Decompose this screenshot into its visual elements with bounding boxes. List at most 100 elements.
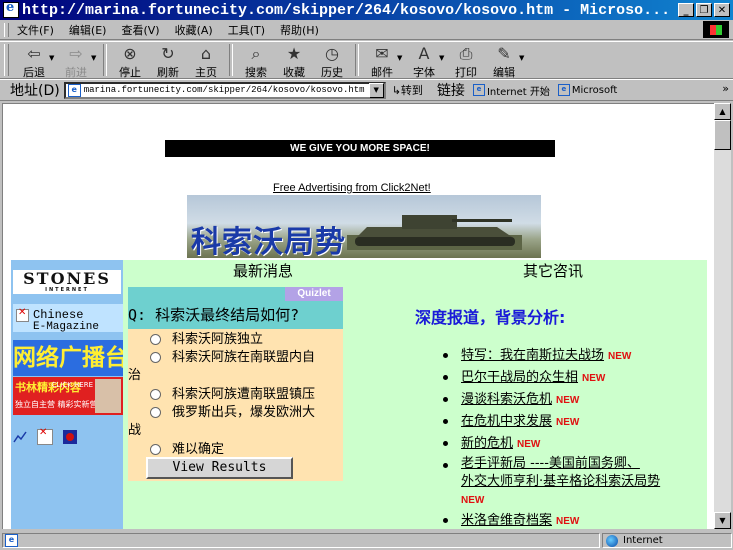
list-item: 漫谈科索沃危机 NEW — [423, 389, 660, 411]
space-banner[interactable]: WE GIVE YOU MORE SPACE! — [165, 140, 555, 157]
news-link[interactable]: 新的危机 — [461, 436, 513, 451]
news-link-cont[interactable]: 外交大师亨利·基辛格论科索沃局势 — [461, 474, 660, 489]
view-results-button[interactable]: View Results — [146, 457, 293, 479]
news-link[interactable]: 特写：我在南斯拉夫战场 — [461, 348, 604, 363]
toolbar-mail-button[interactable]: ✉ 邮件 — [363, 42, 401, 80]
chart-icon[interactable] — [13, 430, 27, 444]
dropdown-caret-icon[interactable]: ▼ — [49, 54, 57, 80]
stones-logo[interactable]: STONES INTERNET — [13, 270, 121, 294]
news-list: 特写：我在南斯拉夫战场 NEW 巴尔干战局的众生相 NEW 漫谈科索沃危机 NEW 在… — [423, 345, 660, 529]
toolbar-forward-arrow-button[interactable]: ⇨ 前进 — [57, 42, 95, 80]
forward-arrow-icon: ⇨ — [69, 44, 83, 63]
address-label: 地址(D) — [10, 83, 60, 99]
new-badge: NEW — [556, 395, 580, 406]
page-icon: e — [472, 84, 485, 96]
menu-help[interactable]: 帮助(H) — [280, 22, 319, 38]
dropdown-caret-icon[interactable]: ▼ — [91, 54, 99, 80]
menu-file[interactable]: 文件(F) — [17, 22, 54, 38]
sidebar-icons — [13, 425, 123, 449]
dropdown-caret-icon[interactable]: ▼ — [519, 54, 527, 80]
radio-button[interactable] — [150, 389, 161, 400]
minimize-button[interactable]: _ — [678, 3, 694, 17]
links-label[interactable]: 链接 — [437, 80, 465, 100]
radio-button[interactable] — [150, 407, 161, 418]
ie-app-icon[interactable] — [3, 0, 19, 18]
address-input[interactable]: e marina.fortunecity.com/skipper/264/kos… — [63, 81, 386, 99]
page-status-icon: e — [5, 534, 18, 547]
deep-report-heading: 深度报道，背景分析: — [415, 308, 566, 327]
broken-image-icon[interactable] — [37, 427, 53, 445]
link-label: Microsoft — [571, 84, 618, 96]
dropdown-caret-icon[interactable]: ▼ — [439, 54, 447, 80]
toolbar-print-button[interactable]: ⎙ 打印 — [447, 42, 485, 80]
links-chevron-icon[interactable]: » — [722, 82, 729, 95]
ad-click: CLICK HERE — [51, 381, 93, 389]
radio-button[interactable] — [150, 444, 161, 455]
stones-subtext: INTERNET — [45, 287, 89, 293]
print-icon: ⎙ — [459, 44, 473, 63]
radio-button[interactable] — [150, 334, 161, 345]
ad-banner[interactable]: 书林精彩内容 CLICK HERE 独立自主营 精彩实新营销每台 — [13, 377, 123, 415]
page-viewport: WE GIVE YOU MORE SPACE! Free Advertising… — [2, 103, 714, 529]
scroll-up-button[interactable]: ▲ — [714, 103, 731, 120]
toolbar-stop-button[interactable]: ⊗ 停止 — [111, 42, 149, 80]
go-button[interactable]: ↳转到 — [392, 82, 423, 98]
toolbar-label: 前进 — [65, 66, 87, 79]
address-dropdown-icon[interactable]: ▼ — [368, 82, 384, 98]
menu-tools[interactable]: 工具(T) — [228, 22, 265, 38]
page-icon: e — [557, 84, 570, 96]
toolbar-back-arrow-button[interactable]: ⇦ 后退 — [15, 42, 53, 80]
dropdown-caret-icon[interactable]: ▼ — [397, 54, 405, 80]
toolbar-favorites-button[interactable]: ★ 收藏 — [275, 42, 313, 80]
poll-option[interactable]: 科索沃阿族遭南联盟镇压 — [128, 386, 340, 404]
news-link[interactable]: 米洛舍维奇档案 — [461, 513, 552, 528]
toolbar-label: 打印 — [455, 66, 477, 79]
option-label: 科索沃阿族遭南联盟镇压 — [172, 387, 316, 402]
option-label: 科索沃阿族在南联盟内自 — [172, 350, 316, 365]
radio-button[interactable] — [150, 352, 161, 363]
scroll-thumb[interactable] — [714, 120, 731, 150]
poll-option[interactable]: 科索沃阿族在南联盟内自 治 — [128, 349, 340, 385]
toolbar-edit-button[interactable]: ✎ 编辑 — [485, 42, 523, 80]
chinese-emagazine-link[interactable]: Chinese E-Magazine — [13, 304, 123, 332]
new-badge: NEW — [461, 495, 485, 506]
toolbar-separator — [355, 44, 359, 76]
toolbar-home-button[interactable]: ⌂ 主页 — [187, 42, 225, 80]
toolbar-font-button[interactable]: A 字体 — [405, 42, 443, 80]
poll-option[interactable]: 科索沃阿族独立 — [128, 331, 340, 349]
menu-edit[interactable]: 编辑(E) — [69, 22, 107, 38]
menu-grip[interactable] — [4, 22, 9, 37]
flag-icon[interactable] — [63, 430, 77, 444]
toolbar-search-button[interactable]: ⌕ 搜索 — [237, 42, 275, 80]
tank-image — [347, 215, 522, 250]
stop-icon: ⊗ — [123, 44, 137, 63]
vertical-scrollbar[interactable]: ▲ ▼ — [714, 103, 731, 529]
free-advertising-link[interactable]: Free Advertising from Click2Net! — [273, 182, 431, 194]
news-link[interactable]: 漫谈科索沃危机 — [461, 392, 552, 407]
left-sidebar: STONES INTERNET Chinese E-Magazine 网络广播台… — [11, 260, 123, 529]
poll-option[interactable]: 俄罗斯出兵，爆发欧洲大 战 — [128, 404, 340, 440]
link-internet-start[interactable]: e Internet 开始 — [472, 83, 550, 98]
restore-button[interactable]: ❐ — [696, 3, 712, 17]
toolbar-grip[interactable] — [4, 44, 9, 76]
toolbar-history-button[interactable]: ◷ 历史 — [313, 42, 351, 80]
toolbar-label: 后退 — [23, 66, 45, 79]
toolbar-refresh-button[interactable]: ↻ 刷新 — [149, 42, 187, 80]
history-icon: ◷ — [325, 44, 339, 63]
address-url[interactable]: marina.fortunecity.com/skipper/264/kosov… — [84, 85, 369, 95]
address-bar: 地址(D) e marina.fortunecity.com/skipper/2… — [0, 79, 733, 101]
close-button[interactable]: ✕ — [714, 3, 730, 17]
mag-line2: E-Magazine — [33, 321, 100, 332]
new-badge: NEW — [556, 417, 580, 428]
edit-icon: ✎ — [497, 44, 511, 63]
net-radio-banner[interactable]: 网络广播台 — [13, 340, 123, 376]
news-link[interactable]: 巴尔干战局的众生相 — [461, 370, 578, 385]
menu-favorites[interactable]: 收藏(A) — [175, 22, 213, 38]
refresh-icon: ↻ — [161, 44, 175, 63]
menu-view[interactable]: 查看(V) — [121, 22, 159, 38]
scroll-down-button[interactable]: ▼ — [714, 512, 731, 529]
news-link[interactable]: 老手评新局 ----美国前国务卿、 — [461, 456, 640, 471]
toolbar-separator — [229, 44, 233, 76]
link-microsoft[interactable]: e Microsoft — [557, 84, 618, 96]
news-link[interactable]: 在危机中求发展 — [461, 414, 552, 429]
